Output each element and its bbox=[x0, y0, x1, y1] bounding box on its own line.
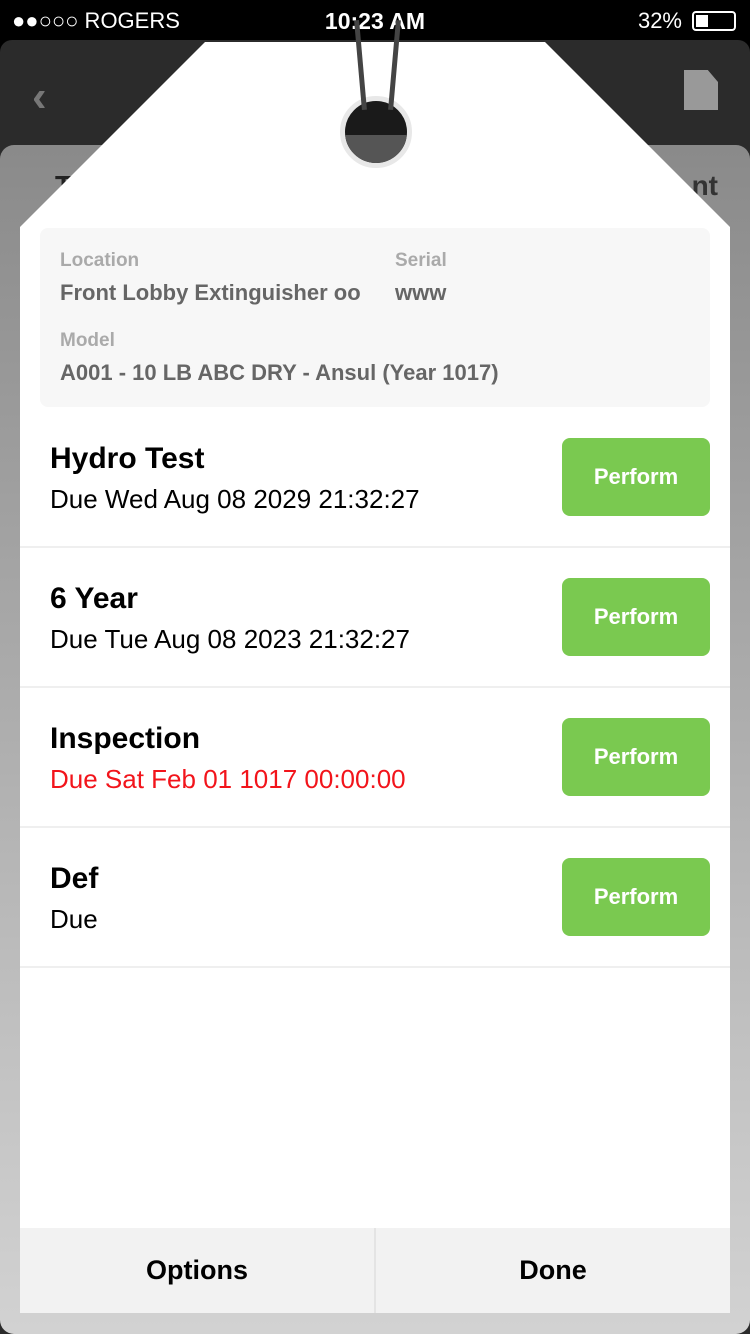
location-value: Front Lobby Extinguisher oo bbox=[60, 280, 361, 305]
task-due: Due Wed Aug 08 2029 21:32:27 bbox=[50, 484, 420, 514]
task-due: Due bbox=[50, 904, 98, 934]
serial-label: Serial bbox=[395, 250, 447, 271]
options-button[interactable]: Options bbox=[20, 1228, 374, 1313]
serial-value: www bbox=[395, 280, 447, 305]
perform-button[interactable]: Perform bbox=[562, 718, 710, 796]
task-name: Def bbox=[50, 862, 99, 895]
task-row: Inspection Due Sat Feb 01 1017 00:00:00 … bbox=[20, 688, 730, 828]
task-name: Inspection bbox=[50, 722, 201, 755]
perform-button[interactable]: Perform bbox=[562, 858, 710, 936]
task-due: Due Tue Aug 08 2023 21:32:27 bbox=[50, 624, 410, 654]
back-chevron-icon[interactable]: ‹ bbox=[32, 72, 47, 122]
tag-hole bbox=[340, 96, 412, 168]
task-name: 6 Year bbox=[50, 582, 138, 615]
battery-percent: 32% bbox=[637, 8, 682, 33]
done-button[interactable]: Done bbox=[374, 1228, 730, 1313]
model-value: A001 - 10 LB ABC DRY - Ansul (Year 1017) bbox=[60, 360, 499, 385]
task-row: 6 Year Due Tue Aug 08 2023 21:32:27 Perf… bbox=[20, 548, 730, 688]
footer-bar: Options Done bbox=[20, 1228, 730, 1313]
status-bar: ●●○○○ ROGERS 10:23 AM 32% bbox=[0, 0, 750, 40]
model-label: Model bbox=[60, 330, 115, 351]
perform-button[interactable]: Perform bbox=[562, 438, 710, 516]
location-label: Location bbox=[60, 250, 140, 271]
task-row: Def Due Perform bbox=[20, 828, 730, 968]
task-row: Hydro Test Due Wed Aug 08 2029 21:32:27 … bbox=[20, 408, 730, 548]
info-panel: Location Front Lobby Extinguisher oo Ser… bbox=[40, 228, 710, 407]
task-due-overdue: Due Sat Feb 01 1017 00:00:00 bbox=[50, 764, 406, 794]
battery-icon bbox=[692, 11, 736, 31]
perform-button[interactable]: Perform bbox=[562, 578, 710, 656]
task-name: Hydro Test bbox=[50, 442, 205, 475]
